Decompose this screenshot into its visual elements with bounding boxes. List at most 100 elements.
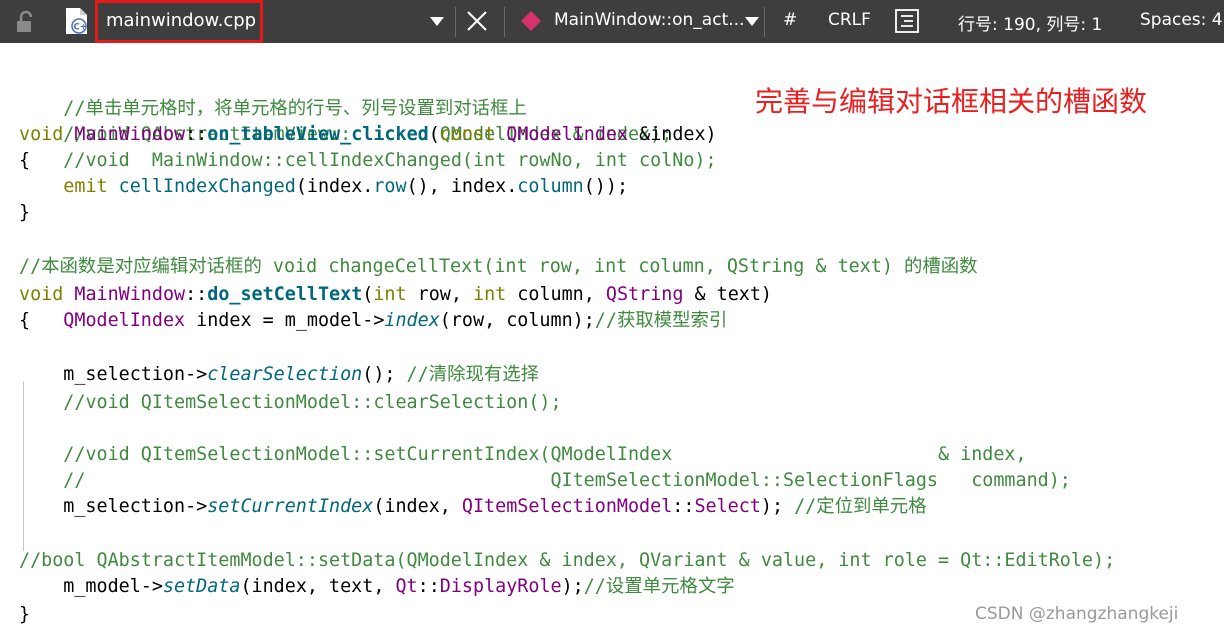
comment: //获取模型索引 <box>594 310 728 331</box>
code-token: :: <box>672 496 695 517</box>
class-name: QModelIndex <box>63 310 186 331</box>
code-token: (row, column); <box>439 310 595 331</box>
keyword: emit <box>63 176 108 197</box>
code-line: //void QAbstractItemView::clicked(QModel… <box>19 96 672 145</box>
code-token: (index. <box>295 176 374 197</box>
code-line: { //void MainWindow::cellIndexChanged(in… <box>19 148 717 174</box>
code-token: &index) <box>628 124 717 145</box>
function-name: on_tableView_clicked <box>207 124 429 145</box>
class-name: MainWindow <box>74 124 186 145</box>
file-name[interactable]: mainwindow.cpp <box>106 10 256 31</box>
code-line: void MainWindow::do_setCellText(int row,… <box>19 282 772 308</box>
function-selector[interactable]: MainWindow::on_act... <box>554 10 744 30</box>
code-token: (index, text, <box>240 576 396 597</box>
indent-setting[interactable]: Spaces: 4 <box>1140 10 1223 30</box>
keyword: int <box>473 284 507 305</box>
comment: //bool QAbstractItemModel::setData(QMode… <box>19 550 1116 571</box>
cursor-position[interactable]: 行号: 190, 列号: 1 <box>958 10 1102 35</box>
comment: //本函数是对应编辑对话框的 void changeCellText(int r… <box>19 256 978 277</box>
code-line: //void QItemSelectionModel::clearSelecti… <box>19 390 562 416</box>
function-name: setData <box>162 576 241 597</box>
code-token: row, <box>406 284 474 305</box>
divider <box>764 7 765 37</box>
comment: // QItemSelectionModel::SelectionFlags c… <box>63 470 1071 491</box>
code-token: m_selection-> <box>19 364 208 385</box>
chevron-down-icon[interactable] <box>744 15 760 27</box>
class-name: QItemSelectionModel <box>461 496 673 517</box>
class-name: QString <box>605 284 684 305</box>
function-name: row <box>373 176 407 197</box>
code-token: { <box>19 150 31 171</box>
code-token: & text) <box>683 284 772 305</box>
code-line: //本函数是对应编辑对话框的 void changeCellText(int r… <box>19 254 978 280</box>
enum-value: Select <box>694 496 761 517</box>
function-name: do_setCellText <box>207 284 363 305</box>
comment: //void MainWindow::cellIndexChanged(int … <box>63 150 717 171</box>
code-token: :: <box>417 576 440 597</box>
hash-button[interactable]: # <box>783 10 797 30</box>
function-name: index <box>384 310 440 331</box>
code-token: ( <box>428 124 440 145</box>
code-line: //void QItemSelectionModel::setCurrentIn… <box>19 442 1027 468</box>
code-token: (); <box>362 364 407 385</box>
enum-value: DisplayRole <box>439 576 562 597</box>
code-token: (), index. <box>406 176 518 197</box>
code-line: m_selection->clearSelection(); //清除现有选择 <box>19 362 539 388</box>
code-token: ( <box>362 284 374 305</box>
class-name: Qt <box>395 576 418 597</box>
code-token: index = m_model-> <box>185 310 385 331</box>
code-line: void MainWindow::on_tableView_clicked(co… <box>19 122 717 148</box>
code-line: emit cellIndexChanged(index.row(), index… <box>19 174 628 200</box>
chevron-down-icon[interactable] <box>429 15 445 27</box>
code-token: { <box>19 310 31 331</box>
watermark: CSDN @zhangzhangkeji <box>975 604 1179 624</box>
code-token: } <box>19 202 31 223</box>
cpp-file-icon: C+ <box>66 8 87 34</box>
class-name: MainWindow <box>74 284 186 305</box>
code-line: //单击单元格时，将单元格的行号、列号设置到对话框上 <box>19 70 527 119</box>
lock-icon[interactable] <box>14 9 40 35</box>
code-token: } <box>19 604 31 625</box>
close-icon[interactable] <box>465 9 489 33</box>
function-name: column <box>517 176 584 197</box>
code-line: } <box>19 602 30 628</box>
keyword: void <box>19 284 64 305</box>
code-token: (index, <box>373 496 462 517</box>
code-line: } <box>19 200 30 226</box>
editor-toolbar: C+ mainwindow.cpp MainWindow::on_act... … <box>0 0 1224 43</box>
annotation-text: 完善与编辑对话框相关的槽函数 <box>755 85 1148 118</box>
line-ending-button[interactable]: CRLF <box>828 10 871 30</box>
code-token: m_selection-> <box>19 496 208 517</box>
format-icon[interactable] <box>893 7 921 35</box>
comment: //定位到单元格 <box>794 496 927 517</box>
comment: //void QItemSelectionModel::clearSelecti… <box>63 392 562 413</box>
code-token: ); <box>760 496 795 517</box>
code-token: ); <box>561 576 584 597</box>
code-line: //bool QAbstractItemModel::setData(QMode… <box>19 548 1115 574</box>
comment: //void QItemSelectionModel::setCurrentIn… <box>63 444 1027 465</box>
code-line: { QModelIndex index = m_model->index(row… <box>19 308 727 334</box>
diamond-function-icon <box>521 11 541 31</box>
code-token: m_model-> <box>19 576 163 597</box>
keyword: const <box>439 124 496 145</box>
divider <box>455 7 456 37</box>
svg-text:C+: C+ <box>74 23 87 33</box>
keyword: int <box>373 284 407 305</box>
code-editor[interactable]: //单击单元格时，将单元格的行号、列号设置到对话框上 //void QAbstr… <box>0 43 1224 637</box>
code-token: ()); <box>583 176 629 197</box>
function-name: setCurrentIndex <box>207 496 374 517</box>
function-name: clearSelection <box>207 364 363 385</box>
code-line: m_selection->setCurrentIndex(index, QIte… <box>19 494 927 520</box>
code-token: :: <box>185 284 208 305</box>
divider <box>504 7 505 37</box>
